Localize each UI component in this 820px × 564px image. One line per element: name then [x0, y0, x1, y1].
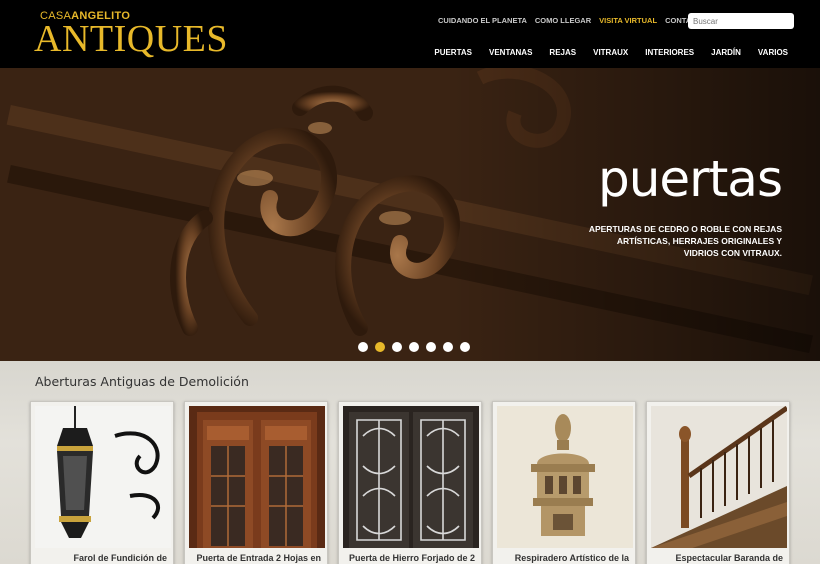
product-card-respiradero[interactable]: Respiradero Artístico de la	[492, 401, 636, 564]
nav-puertas[interactable]: PUERTAS	[434, 48, 472, 57]
wooden-door-photo	[189, 406, 325, 548]
product-caption: Farol de Fundición de	[73, 553, 167, 563]
logo-antiques: ANTIQUES	[34, 18, 228, 60]
nav-interiores[interactable]: INTERIORES	[645, 48, 694, 57]
product-caption: Espectacular Baranda de	[675, 553, 783, 563]
slider-dot-3[interactable]	[392, 342, 402, 352]
product-caption: Puerta de Entrada 2 Hojas en	[196, 553, 321, 563]
product-caption: Puerta de Hierro Forjado de 2	[348, 553, 475, 563]
product-cards: Farol de Fundición de Puerta de Entrada …	[30, 401, 790, 564]
nav-ventanas[interactable]: VENTANAS	[489, 48, 532, 57]
iron-door-photo	[343, 406, 479, 548]
search-input[interactable]	[688, 13, 794, 29]
slider-dot-6[interactable]	[443, 342, 453, 352]
topnav-visita-virtual[interactable]: VISITA VIRTUAL	[599, 16, 657, 25]
topnav-como-llegar[interactable]: COMO LLEGAR	[535, 16, 591, 25]
nav-varios[interactable]: VARIOS	[758, 48, 788, 57]
slider-dots	[358, 342, 470, 352]
staircase-photo	[651, 406, 787, 548]
slider-dot-7[interactable]	[460, 342, 470, 352]
nav-rejas[interactable]: REJAS	[549, 48, 576, 57]
slider-dot-1[interactable]	[358, 342, 368, 352]
hero-slider[interactable]: puertas APERTURAS DE CEDRO O ROBLE CON R…	[0, 68, 820, 361]
stone-vent-photo	[497, 406, 633, 548]
slider-dot-4[interactable]	[409, 342, 419, 352]
nav-jardin[interactable]: JARDÍN	[711, 48, 741, 57]
top-nav: CUIDANDO EL PLANETA COMO LLEGAR VISITA V…	[438, 16, 707, 25]
slider-dot-5[interactable]	[426, 342, 436, 352]
site-logo[interactable]: CASAANGELITO ANTIQUES	[34, 10, 227, 58]
main-nav: PUERTAS VENTANAS REJAS VITRAUX INTERIORE…	[434, 48, 788, 57]
hero-title: puertas	[597, 150, 783, 208]
topnav-cuidando[interactable]: CUIDANDO EL PLANETA	[438, 16, 527, 25]
carved-wood-image	[0, 68, 820, 361]
section-title: Aberturas Antiguas de Demolición	[35, 374, 249, 389]
product-card-farol[interactable]: Farol de Fundición de	[30, 401, 174, 564]
slider-dot-2[interactable]	[375, 342, 385, 352]
hero-description: APERTURAS DE CEDRO O ROBLE CON REJAS ART…	[588, 224, 782, 258]
product-section: Aberturas Antiguas de Demolición Farol d…	[0, 361, 820, 564]
product-caption: Respiradero Artístico de la	[514, 553, 629, 563]
lantern-photo	[35, 406, 171, 548]
nav-vitraux[interactable]: VITRAUX	[593, 48, 628, 57]
product-card-baranda[interactable]: Espectacular Baranda de	[646, 401, 790, 564]
site-header: CASAANGELITO ANTIQUES CUIDANDO EL PLANET…	[0, 0, 820, 68]
product-card-puerta-hierro[interactable]: Puerta de Hierro Forjado de 2	[338, 401, 482, 564]
product-card-puerta-entrada[interactable]: Puerta de Entrada 2 Hojas en	[184, 401, 328, 564]
